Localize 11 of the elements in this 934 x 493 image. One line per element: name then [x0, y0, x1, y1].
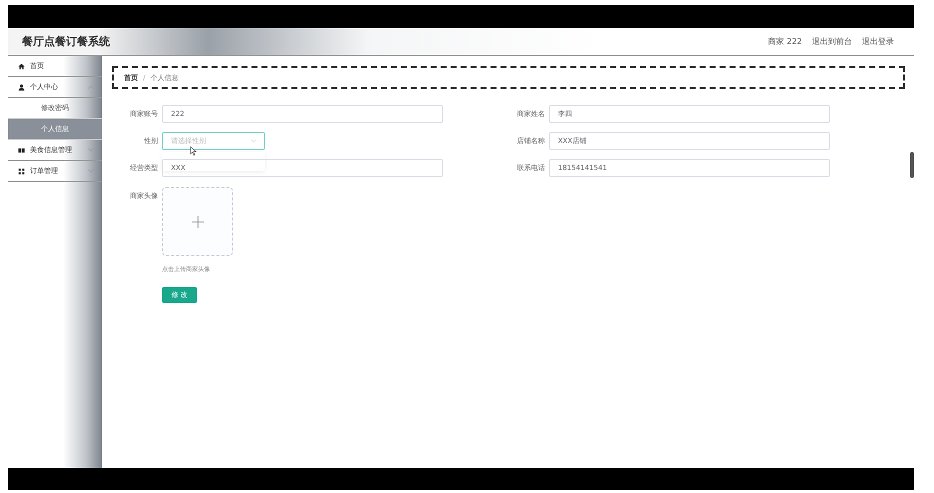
chevron-icon [251, 139, 256, 143]
scrollbar-thumb[interactable] [910, 152, 914, 178]
header-link[interactable]: 退出登录 [862, 36, 894, 47]
app-title: 餐厅点餐订餐系统 [22, 34, 110, 49]
cursor-icon [190, 146, 197, 156]
header-link[interactable]: 退出到前台 [812, 36, 852, 47]
grid-icon [18, 168, 25, 174]
plus-icon [192, 216, 204, 228]
home-icon [18, 62, 25, 70]
user-icon [18, 84, 25, 90]
user-name: 商家 222 [768, 36, 802, 47]
